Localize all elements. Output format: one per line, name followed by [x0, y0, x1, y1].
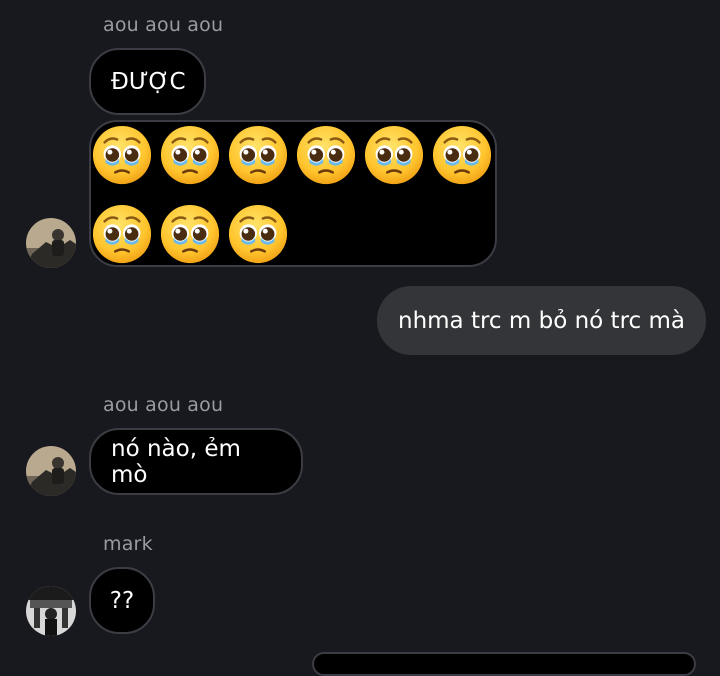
message-bubble-partial[interactable]: [312, 652, 696, 676]
outgoing-message-bubble[interactable]: nhma trc m bỏ nó trc mà: [377, 286, 706, 355]
avatar[interactable]: [26, 218, 76, 268]
pleading-face-emoji: [431, 124, 493, 186]
message-bubble[interactable]: nó nào, ẻm mò: [89, 428, 303, 495]
avatar[interactable]: [26, 446, 76, 496]
pleading-face-emoji: [227, 203, 289, 265]
sender-name: aou aou aou: [103, 14, 224, 36]
pleading-face-emoji: [159, 124, 221, 186]
pleading-face-emoji: [227, 124, 289, 186]
pleading-face-emoji: [363, 124, 425, 186]
message-text: nhma trc m bỏ nó trc mà: [398, 307, 685, 334]
pleading-face-emoji: [91, 203, 153, 265]
pleading-face-emoji: [91, 124, 153, 186]
sender-name: aou aou aou: [103, 394, 224, 416]
emoji-message-bubble[interactable]: [89, 120, 497, 267]
pleading-face-emoji: [295, 124, 357, 186]
message-bubble[interactable]: ĐƯỢC: [89, 48, 206, 115]
message-text: ĐƯỢC: [111, 68, 186, 95]
message-text: ??: [109, 587, 135, 614]
sender-name: mark: [103, 533, 153, 555]
message-text: nó nào, ẻm mò: [111, 435, 241, 488]
message-bubble[interactable]: ??: [89, 567, 155, 634]
avatar[interactable]: [26, 586, 76, 636]
pleading-face-emoji: [159, 203, 221, 265]
